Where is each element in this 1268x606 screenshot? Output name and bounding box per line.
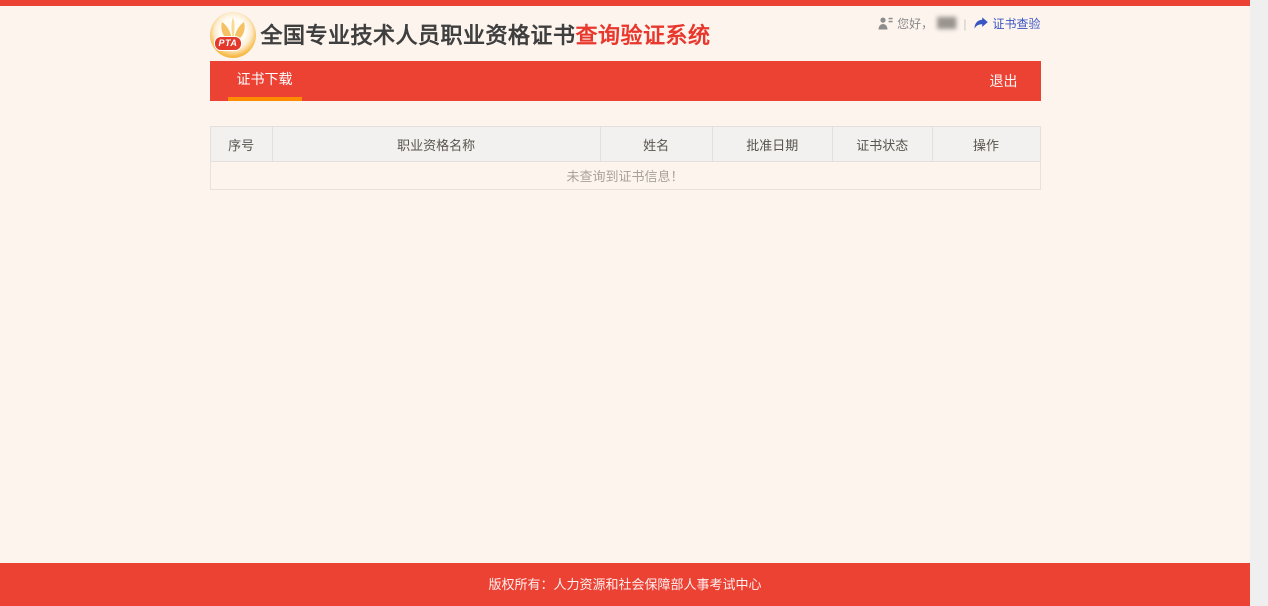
empty-state-row: 未查询到证书信息！	[209, 161, 1041, 190]
certificate-table-wrap: 序号 职业资格名称 姓名 批准日期 证书状态 操作 未查询到证书信息！	[209, 126, 1041, 190]
tab-certificate-download[interactable]: 证书下载	[227, 61, 302, 101]
site-header: PTA 全国专业技术人员职业资格证书查询验证系统 您好， ███ | 证书查验	[209, 6, 1041, 61]
user-greeting: 您好， ███ | 证书查验	[878, 15, 1041, 32]
copyright-text: 版权所有：人力资源和社会保障部人事考试中心	[488, 577, 762, 592]
scrollbar-track[interactable]	[1250, 0, 1268, 606]
forward-arrow-icon	[974, 17, 989, 29]
table-header-row: 序号 职业资格名称 姓名 批准日期 证书状态 操作	[209, 126, 1041, 162]
site-footer: 版权所有：人力资源和社会保障部人事考试中心	[0, 563, 1250, 606]
col-header-name: 姓名	[599, 126, 713, 162]
col-header-index: 序号	[209, 126, 273, 162]
logo-flame-icon	[220, 17, 245, 43]
page: PTA 全国专业技术人员职业资格证书查询验证系统 您好， ███ | 证书查验	[0, 0, 1250, 606]
certificate-verify-link[interactable]: 证书查验	[974, 15, 1041, 32]
certificate-table: 序号 职业资格名称 姓名 批准日期 证书状态 操作 未查询到证书信息！	[209, 126, 1041, 190]
site-title-accent: 查询验证系统	[575, 22, 711, 48]
navbar: 证书下载 退出	[209, 61, 1041, 101]
greeting-divider: |	[963, 16, 967, 31]
verify-link-label: 证书查验	[992, 17, 1041, 31]
col-header-qualification-name: 职业资格名称	[271, 126, 601, 162]
pta-logo: PTA	[209, 11, 256, 58]
user-name-redacted: ███	[937, 18, 956, 29]
main-container: PTA 全国专业技术人员职业资格证书查询验证系统 您好， ███ | 证书查验	[209, 6, 1041, 190]
col-header-certificate-status: 证书状态	[831, 126, 933, 162]
site-title: 全国专业技术人员职业资格证书查询验证系统	[261, 18, 711, 50]
logo-pta-badge: PTA	[213, 35, 243, 51]
logout-button[interactable]: 退出	[990, 61, 1041, 101]
user-icon	[878, 17, 893, 30]
col-header-approval-date: 批准日期	[711, 126, 833, 162]
empty-state-message: 未查询到证书信息！	[209, 161, 1041, 190]
site-title-main: 全国专业技术人员职业资格证书	[260, 22, 576, 48]
col-header-actions: 操作	[931, 126, 1041, 162]
greeting-text: 您好，	[897, 17, 934, 31]
